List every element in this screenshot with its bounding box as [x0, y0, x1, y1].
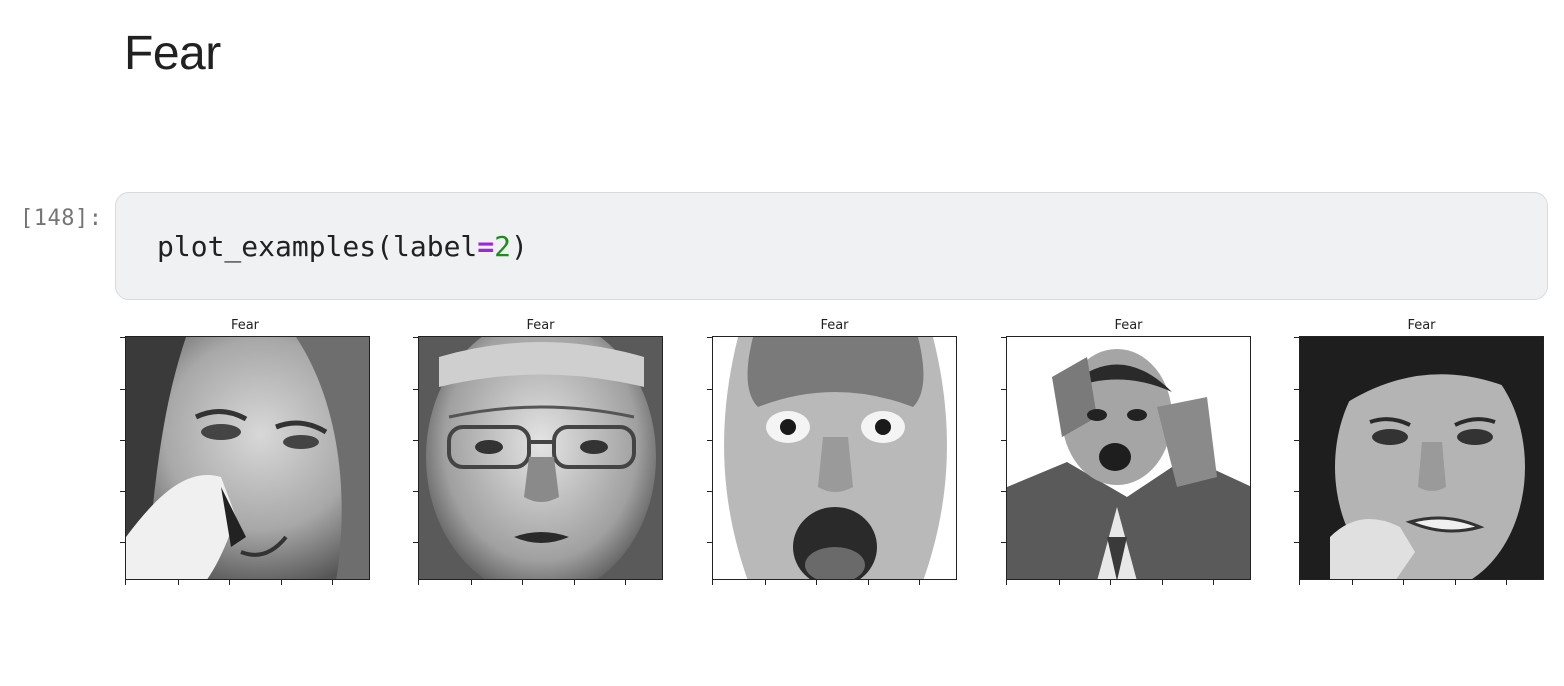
- x-tick: [1110, 580, 1111, 585]
- y-tick: [120, 542, 125, 543]
- x-tick: [1455, 580, 1456, 585]
- markdown-heading: Fear: [124, 27, 221, 80]
- face-image-man-screaming-icon: [713, 337, 956, 579]
- figure-3: Fear: [697, 312, 967, 602]
- face-image-2: [418, 336, 663, 580]
- x-tick: [574, 580, 575, 585]
- x-tick: [1162, 580, 1163, 585]
- code-close-paren: ): [511, 230, 528, 263]
- x-tick: [1506, 580, 1507, 585]
- y-tick: [1001, 389, 1006, 390]
- y-tick: [1001, 542, 1006, 543]
- y-tick: [120, 491, 125, 492]
- code-cell-input[interactable]: plot_examples(label=2): [115, 192, 1548, 300]
- figure-title: Fear: [1114, 318, 1143, 333]
- code-line[interactable]: plot_examples(label=2): [157, 230, 528, 263]
- y-tick: [707, 542, 712, 543]
- code-function-call: plot_examples(label: [157, 230, 478, 263]
- x-tick: [332, 580, 333, 585]
- y-tick: [707, 491, 712, 492]
- x-tick: [1299, 580, 1300, 585]
- y-tick: [1294, 389, 1299, 390]
- cell-output-figures: Fear Fear Fear Fear Fear: [110, 312, 1555, 602]
- y-tick: [707, 389, 712, 390]
- y-tick: [1001, 440, 1006, 441]
- cell-execution-count: [148]:: [20, 206, 103, 231]
- y-tick: [120, 337, 125, 338]
- figure-4: Fear: [991, 312, 1261, 602]
- y-tick: [1294, 440, 1299, 441]
- face-image-woman-icon: [126, 337, 369, 579]
- face-image-woman-biting-fingers-icon: [1300, 337, 1543, 579]
- x-tick: [229, 580, 230, 585]
- x-tick: [765, 580, 766, 585]
- face-image-man-hands-on-head-icon: [1007, 337, 1250, 579]
- x-tick: [125, 580, 126, 585]
- x-tick: [625, 580, 626, 585]
- y-tick: [413, 491, 418, 492]
- x-tick: [522, 580, 523, 585]
- x-tick: [1006, 580, 1007, 585]
- face-image-man-glasses-icon: [419, 337, 662, 579]
- figure-title: Fear: [526, 318, 555, 333]
- y-tick: [1001, 337, 1006, 338]
- x-tick: [281, 580, 282, 585]
- figure-title: Fear: [820, 318, 849, 333]
- notebook-page: Fear [148]: plot_examples(label=2) Fear: [0, 0, 1564, 686]
- y-tick: [413, 440, 418, 441]
- face-image-3: [712, 336, 957, 580]
- face-image-1: [125, 336, 370, 580]
- x-tick: [471, 580, 472, 585]
- face-image-5: [1299, 336, 1544, 580]
- x-tick: [816, 580, 817, 585]
- y-tick: [1294, 337, 1299, 338]
- y-tick: [707, 440, 712, 441]
- figure-5: Fear: [1284, 312, 1554, 602]
- figure-1: Fear: [110, 312, 380, 602]
- y-tick: [413, 542, 418, 543]
- y-tick: [1294, 491, 1299, 492]
- y-tick: [1294, 542, 1299, 543]
- x-tick: [1352, 580, 1353, 585]
- x-tick: [1213, 580, 1214, 585]
- figure-title: Fear: [230, 318, 260, 333]
- y-tick: [413, 337, 418, 338]
- y-tick: [120, 440, 125, 441]
- code-operator: =: [477, 230, 495, 263]
- x-tick: [418, 580, 419, 585]
- figure-title: Fear: [1407, 318, 1436, 333]
- x-tick: [712, 580, 713, 585]
- figure-2: Fear: [403, 312, 673, 602]
- y-tick: [120, 389, 125, 390]
- x-tick: [1059, 580, 1060, 585]
- x-tick: [919, 580, 920, 585]
- y-tick: [707, 337, 712, 338]
- x-tick: [1403, 580, 1404, 585]
- x-tick: [178, 580, 179, 585]
- face-image-4: [1006, 336, 1251, 580]
- y-tick: [1001, 491, 1006, 492]
- code-number: 2: [494, 230, 512, 263]
- x-tick: [868, 580, 869, 585]
- y-tick: [413, 389, 418, 390]
